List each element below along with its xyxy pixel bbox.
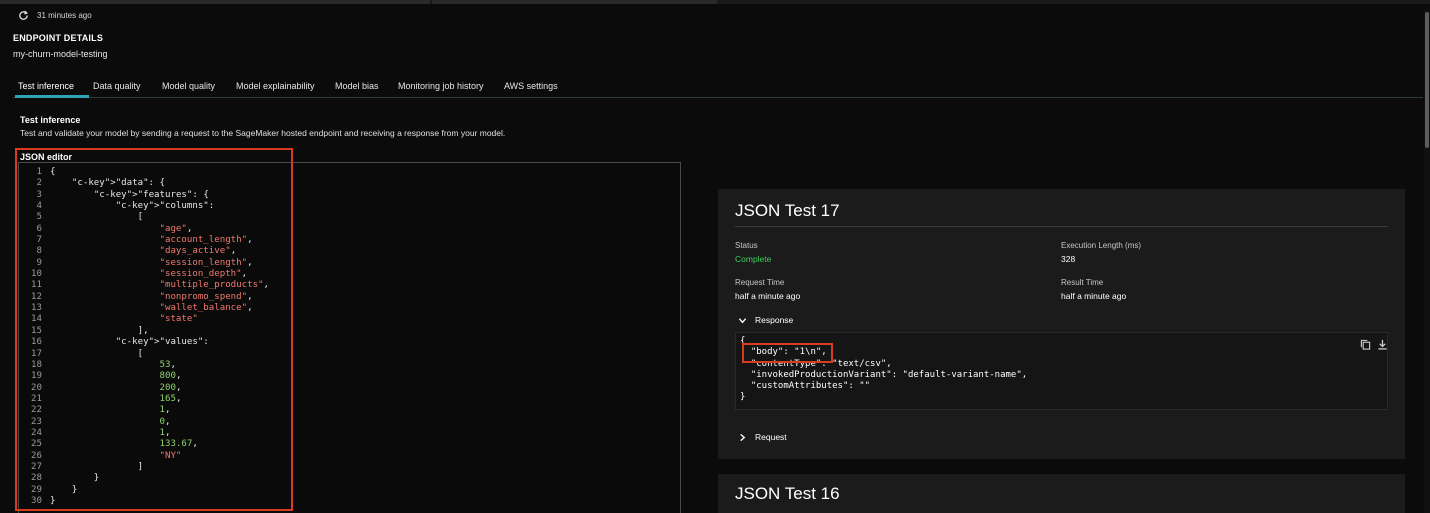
tab-monitoring-job-history[interactable]: Monitoring job history [398, 81, 484, 91]
response-actions [1360, 339, 1388, 350]
response-line: "invokedProductionVariant": "default-var… [740, 369, 1028, 380]
refresh-time: 31 minutes ago [37, 11, 92, 20]
test-result-title: JSON Test 16 [735, 484, 840, 503]
response-label: Response [755, 315, 794, 325]
tab-bar: Test inference Data quality Model qualit… [13, 77, 1423, 98]
test-inference-title: Test inference [20, 115, 81, 125]
download-icon[interactable] [1377, 339, 1388, 350]
top-bar-segment [432, 0, 717, 4]
endpoint-details-heading: ENDPOINT DETAILS [13, 33, 104, 43]
tab-data-quality[interactable]: Data quality [93, 81, 141, 91]
request-label: Request [755, 432, 787, 442]
tab-aws-settings[interactable]: AWS settings [504, 81, 558, 91]
copy-icon[interactable] [1360, 339, 1371, 350]
divider [735, 226, 1388, 227]
tab-model-explainability[interactable]: Model explainability [236, 81, 315, 91]
highlight-box-editor [15, 148, 293, 511]
tab-model-bias[interactable]: Model bias [335, 81, 379, 91]
response-line: } [740, 392, 746, 403]
result-time-label: Result Time [1061, 278, 1104, 287]
response-toggle[interactable]: Response [738, 315, 793, 325]
refresh-status[interactable]: 31 minutes ago [18, 10, 92, 21]
test-result-card: JSON Test 17 Status Complete Execution L… [718, 189, 1405, 459]
tab-model-quality[interactable]: Model quality [162, 81, 215, 91]
test-result-card: JSON Test 16 [718, 474, 1405, 513]
scrollbar-thumb[interactable] [1425, 12, 1429, 148]
top-bar [0, 0, 1430, 4]
execution-length-label: Execution Length (ms) [1061, 241, 1142, 250]
request-toggle[interactable]: Request [738, 432, 787, 442]
active-tab-indicator [15, 95, 89, 98]
result-time-value: half a minute ago [1061, 291, 1127, 301]
status-label: Status [735, 241, 758, 250]
top-bar-segment [0, 0, 430, 4]
test-inference-description: Test and validate your model by sending … [20, 128, 506, 138]
chevron-down-icon [738, 317, 747, 323]
tab-test-inference[interactable]: Test inference [18, 81, 74, 91]
execution-length-value: 328 [1061, 254, 1076, 264]
highlight-box-response [742, 343, 833, 363]
status-value: Complete [735, 254, 772, 264]
request-time-value: half a minute ago [735, 291, 801, 301]
endpoint-name: my-churn-model-testing [13, 49, 108, 59]
test-result-title: JSON Test 17 [735, 201, 840, 220]
response-line: "customAttributes": "" [740, 381, 871, 392]
chevron-right-icon [740, 433, 746, 441]
request-time-label: Request Time [735, 278, 785, 287]
refresh-icon[interactable] [18, 10, 29, 21]
